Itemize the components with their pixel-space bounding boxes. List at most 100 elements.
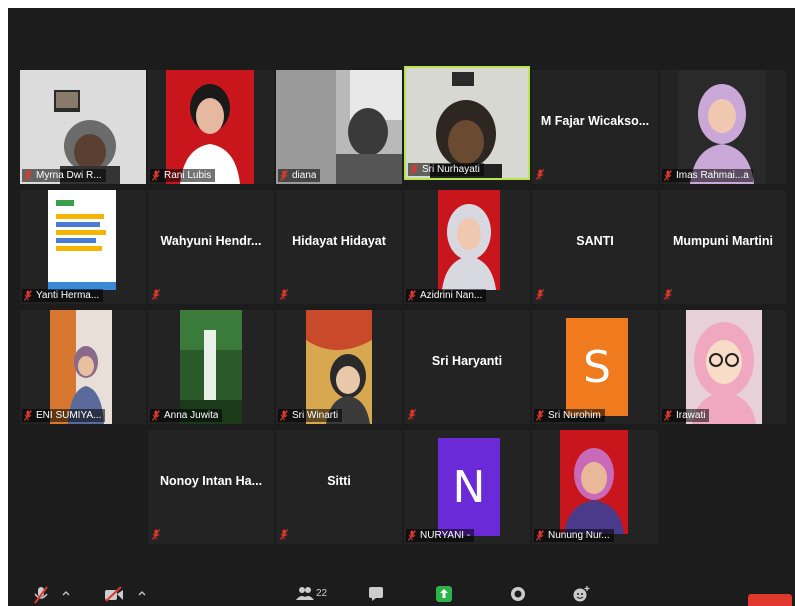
microphone-muted-icon <box>536 169 544 180</box>
record-icon <box>511 587 525 601</box>
gallery-grid: Myrna Dwi R... Rani Lubis diana Sri Nurh… <box>20 66 786 550</box>
participant-name-label: NURYANI - <box>406 529 475 542</box>
microphone-muted-icon <box>664 170 672 181</box>
video-off-icon <box>105 586 123 602</box>
participant-name-label: Anna Juwita <box>150 409 223 422</box>
microphone-muted-icon <box>152 170 160 181</box>
participant-name-label: diana <box>278 169 321 182</box>
participant-name-label: Nunung Nur... <box>534 529 614 542</box>
microphone-muted-icon <box>536 289 544 300</box>
participant-name-label: ENI SUMIYA... <box>22 409 106 422</box>
participant-display-name: Sitti <box>327 474 351 488</box>
chat-icon <box>369 587 383 601</box>
participant-video <box>20 70 146 184</box>
participant-tile-santi[interactable]: SANTI <box>532 190 658 304</box>
chevron-up-icon[interactable] <box>138 590 146 596</box>
participant-name-label: Rani Lubis <box>150 169 216 182</box>
participant-tile-nonoy[interactable]: Nonoy Intan Ha... <box>148 430 274 544</box>
participant-video <box>276 70 402 184</box>
participant-tile-wahyuni[interactable]: Wahyuni Hendr... <box>148 190 274 304</box>
participant-tile-imas[interactable]: Imas Rahmai...a <box>660 70 786 184</box>
participant-tile-azidrini[interactable]: Azidrini Nan... <box>404 190 530 304</box>
participant-tile-anna[interactable]: Anna Juwita <box>148 310 274 424</box>
microphone-muted-icon <box>24 290 32 301</box>
microphone-muted-icon <box>408 530 416 541</box>
participant-tile-nunung[interactable]: Nunung Nur... <box>532 430 658 544</box>
participants-button[interactable]: 22 <box>296 586 327 600</box>
participant-video <box>686 310 762 424</box>
participant-tile-hidayat[interactable]: Hidayat Hidayat <box>276 190 402 304</box>
participant-tile-eni[interactable]: ENI SUMIYA... <box>20 310 146 424</box>
microphone-muted-icon <box>152 410 160 421</box>
participant-tile-nuryani[interactable]: N NURYANI - <box>404 430 530 544</box>
participant-name-label: Yanti Herma... <box>22 289 104 302</box>
participant-display-name: M Fajar Wicakso... <box>540 114 650 128</box>
meeting-toolbar: 22 <box>8 580 795 606</box>
record-button[interactable] <box>510 586 526 602</box>
share-screen-icon <box>436 586 452 602</box>
microphone-muted-icon <box>408 290 416 301</box>
microphone-muted-icon <box>410 164 418 175</box>
microphone-muted-icon <box>280 529 288 540</box>
microphone-muted-icon <box>24 170 32 181</box>
participant-display-name: Nonoy Intan Ha... <box>159 474 263 488</box>
microphone-muted-icon <box>152 289 160 300</box>
end-button[interactable] <box>748 594 792 606</box>
reactions-icon <box>573 586 590 602</box>
chevron-up-icon[interactable] <box>62 590 70 596</box>
participant-video <box>50 310 112 424</box>
avatar-initial: S <box>566 318 628 416</box>
participant-tile-sitti[interactable]: Sitti <box>276 430 402 544</box>
microphone-muted-icon <box>664 289 672 300</box>
meeting-window: Myrna Dwi R... Rani Lubis diana Sri Nurh… <box>8 8 795 606</box>
participant-display-name: Wahyuni Hendr... <box>160 234 262 248</box>
participant-tile-sri-nurohim[interactable]: S Sri Nurohim <box>532 310 658 424</box>
avatar-initial: N <box>438 438 500 536</box>
participant-video <box>678 70 766 184</box>
participant-tile-myrna[interactable]: Myrna Dwi R... <box>20 70 146 184</box>
participant-name-label: Myrna Dwi R... <box>22 169 106 182</box>
participants-count: 22 <box>316 587 328 599</box>
microphone-muted-icon <box>536 410 544 421</box>
participant-tile-mumpuni[interactable]: Mumpuni Martini <box>660 190 786 304</box>
participant-tile-rani[interactable]: Rani Lubis <box>148 70 274 184</box>
microphone-muted-icon <box>280 410 288 421</box>
microphone-muted-icon <box>664 410 672 421</box>
participant-video <box>166 70 254 184</box>
participant-tile-sri-nurhayati[interactable]: Sri Nurhayati <box>404 66 530 180</box>
participant-tile-sri-winarti[interactable]: Sri Winarti <box>276 310 402 424</box>
participant-tile-diana[interactable]: diana <box>276 70 402 184</box>
microphone-muted-icon <box>536 530 544 541</box>
participant-name-label: Sri Nurohim <box>534 409 605 422</box>
participant-video <box>306 310 372 424</box>
participant-name-label: Irawati <box>662 409 710 422</box>
microphone-muted-icon <box>280 170 288 181</box>
participant-display-name: Sri Haryanti <box>431 354 503 368</box>
participant-name-label: Imas Rahmai...a <box>662 169 753 182</box>
participant-video <box>48 190 116 304</box>
participant-video <box>180 310 242 424</box>
mute-button[interactable] <box>34 586 48 604</box>
participant-name-label: Sri Nurhayati <box>408 163 484 176</box>
participant-name-label: Sri Winarti <box>278 409 343 422</box>
participant-tile-irawati[interactable]: Irawati <box>660 310 786 424</box>
microphone-muted-icon <box>280 289 288 300</box>
participant-display-name: Hidayat Hidayat <box>292 234 386 248</box>
reactions-button[interactable] <box>572 586 590 602</box>
microphone-muted-icon <box>408 409 416 420</box>
participant-display-name: SANTI <box>576 234 614 248</box>
microphone-muted-icon <box>152 529 160 540</box>
participant-tile-sri-haryanti[interactable]: Sri Haryanti <box>404 310 530 424</box>
participant-tile-yanti[interactable]: Yanti Herma... <box>20 190 146 304</box>
stop-video-button[interactable] <box>104 586 124 602</box>
participant-video <box>560 430 628 544</box>
participant-video <box>438 190 500 304</box>
participant-name-label: Azidrini Nan... <box>406 289 487 302</box>
microphone-muted-icon <box>24 410 32 421</box>
chat-button[interactable] <box>368 586 384 602</box>
share-screen-button[interactable] <box>436 586 452 602</box>
microphone-muted-icon <box>34 586 48 604</box>
participants-icon <box>296 587 314 600</box>
participant-display-name: Mumpuni Martini <box>673 234 773 248</box>
participant-tile-m-fajar[interactable]: M Fajar Wicakso... <box>532 70 658 184</box>
